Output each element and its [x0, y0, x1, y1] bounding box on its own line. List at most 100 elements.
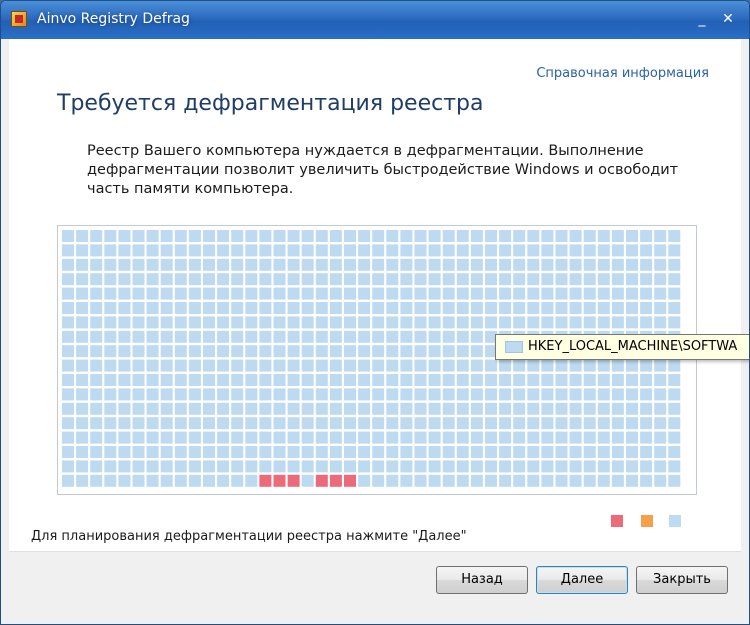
registry-cell — [344, 258, 356, 271]
registry-cell — [188, 431, 201, 444]
registry-cell — [485, 359, 497, 372]
registry-cell — [654, 359, 667, 372]
registry-cell — [344, 330, 356, 343]
registry-cell — [611, 244, 624, 257]
registry-cell — [315, 230, 328, 242]
registry-cell — [470, 287, 483, 300]
registry-cell — [513, 287, 526, 300]
registry-cell — [217, 431, 230, 444]
next-button[interactable]: Далее — [536, 566, 628, 594]
registry-cell — [104, 330, 117, 343]
registry-cell — [527, 258, 540, 271]
registry-cell — [428, 402, 441, 415]
registry-cell — [654, 417, 667, 430]
help-link[interactable]: Справочная информация — [536, 66, 709, 81]
registry-cell — [470, 345, 483, 358]
registry-cell — [76, 258, 89, 271]
registry-cell — [499, 460, 512, 473]
registry-cell — [203, 302, 215, 314]
registry-cell — [203, 273, 215, 286]
registry-cell — [442, 273, 455, 286]
minimize-button[interactable]: _ — [691, 9, 713, 29]
registry-cell — [160, 474, 173, 487]
registry-cell — [358, 230, 371, 242]
registry-cell — [287, 330, 300, 343]
registry-cell — [287, 230, 300, 242]
registry-cell — [597, 402, 610, 415]
registry-cell — [62, 287, 74, 300]
registry-cell — [597, 287, 610, 300]
fragmented-cell — [329, 474, 342, 487]
close-window-button[interactable]: ✕ — [717, 9, 739, 29]
registry-cell — [400, 230, 413, 242]
registry-cell — [499, 388, 512, 401]
registry-cell — [626, 388, 638, 401]
registry-cell — [626, 446, 638, 458]
registry-cell — [259, 388, 272, 401]
registry-cell — [132, 244, 145, 257]
registry-cell — [470, 230, 483, 242]
registry-map-grid[interactable] — [58, 226, 696, 494]
registry-cell — [527, 244, 540, 257]
registry-cell — [174, 431, 187, 444]
registry-cell — [358, 359, 371, 372]
registry-cell — [414, 287, 427, 300]
registry-cell — [513, 417, 526, 430]
registry-cell — [273, 460, 286, 473]
registry-cell — [485, 230, 497, 242]
registry-cell — [569, 359, 582, 372]
registry-cell — [160, 345, 173, 358]
registry-cell — [344, 374, 356, 386]
registry-cell — [76, 474, 89, 487]
registry-cell — [470, 273, 483, 286]
registry-cell — [217, 446, 230, 458]
registry-cell — [62, 388, 74, 401]
registry-cell — [400, 460, 413, 473]
registry-cell — [513, 359, 526, 372]
registry-cell — [456, 287, 469, 300]
registry-cell — [611, 273, 624, 286]
back-button[interactable]: Назад — [436, 566, 528, 594]
close-button[interactable]: Закрыть — [636, 566, 728, 594]
registry-cell — [668, 359, 681, 372]
registry-cell — [203, 258, 215, 271]
registry-cell — [217, 402, 230, 415]
registry-cell — [287, 417, 300, 430]
registry-cell — [329, 273, 342, 286]
registry-cell — [386, 230, 399, 242]
registry-cell — [414, 446, 427, 458]
registry-cell — [231, 244, 244, 257]
registry-cell — [527, 402, 540, 415]
registry-cell — [344, 460, 356, 473]
registry-cell — [104, 431, 117, 444]
registry-cell — [146, 446, 159, 458]
registry-cell — [329, 316, 342, 329]
registry-cell — [611, 316, 624, 329]
title-bar[interactable]: Ainvo Registry Defrag _ ✕ — [1, 1, 749, 39]
registry-cell — [146, 258, 159, 271]
registry-cell — [569, 258, 582, 271]
registry-cell — [541, 417, 554, 430]
registry-cell — [372, 388, 385, 401]
registry-cell — [132, 258, 145, 271]
registry-cell — [104, 302, 117, 314]
registry-cell — [654, 460, 667, 473]
registry-cell — [499, 359, 512, 372]
registry-cell — [329, 446, 342, 458]
registry-cell — [456, 460, 469, 473]
registry-cell — [231, 258, 244, 271]
registry-cell — [555, 388, 568, 401]
registry-cell — [188, 302, 201, 314]
registry-cell — [386, 388, 399, 401]
fragmented-cell — [259, 474, 272, 487]
registry-cell — [132, 287, 145, 300]
registry-cell — [90, 446, 103, 458]
registry-cell — [442, 402, 455, 415]
registry-cell — [301, 302, 314, 314]
registry-cell — [456, 402, 469, 415]
registry-cell — [470, 359, 483, 372]
registry-cell — [76, 230, 89, 242]
legend-normal-swatch — [669, 515, 681, 527]
registry-cell — [513, 460, 526, 473]
registry-cell — [555, 417, 568, 430]
